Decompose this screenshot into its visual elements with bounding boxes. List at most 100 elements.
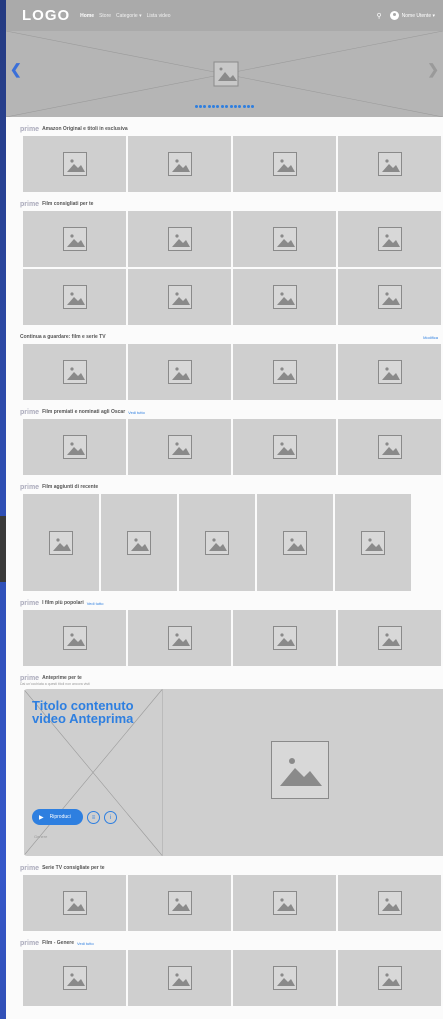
prime-logo: prime — [20, 200, 40, 208]
video-tile[interactable] — [128, 344, 231, 400]
nav-store[interactable]: Store — [99, 13, 111, 19]
video-tile[interactable] — [23, 269, 126, 325]
image-icon — [167, 891, 192, 915]
video-tile[interactable] — [23, 419, 126, 475]
video-tile[interactable] — [128, 269, 231, 325]
image-icon — [272, 966, 297, 990]
section-title: Film aggiunti di recente — [42, 484, 99, 490]
logo[interactable]: LOGO — [22, 7, 70, 24]
image-icon — [62, 891, 87, 915]
user-menu[interactable]: Nome Utente ▾ — [389, 11, 435, 20]
edit-link[interactable]: Modifica — [423, 335, 438, 340]
video-tile[interactable] — [233, 344, 336, 400]
carousel-next-icon[interactable]: ❯ — [427, 61, 439, 78]
video-tile[interactable] — [101, 494, 177, 591]
carousel-prev-icon[interactable]: ❮ — [10, 61, 22, 78]
section-title: I film più popolari — [42, 600, 84, 606]
prime-logo: prime — [20, 939, 40, 947]
preview-card[interactable]: Titolo contenuto video Anteprima ▶ Ripro… — [24, 689, 443, 856]
image-icon — [62, 227, 87, 251]
video-tile[interactable] — [233, 269, 336, 325]
video-tile[interactable] — [179, 494, 255, 591]
image-icon — [272, 152, 297, 176]
prime-logo: prime — [20, 674, 40, 682]
hero-carousel[interactable]: ❮ ❯ — [6, 31, 443, 117]
video-tile[interactable] — [128, 610, 231, 666]
nav-categories[interactable]: Categorie ▾ — [116, 13, 142, 19]
image-icon — [167, 360, 192, 384]
video-tile[interactable] — [338, 136, 441, 192]
video-tile[interactable] — [23, 211, 126, 267]
play-button[interactable]: ▶ Riproduci — [32, 809, 83, 825]
image-icon — [205, 530, 229, 555]
image-icon — [127, 530, 151, 555]
see-all-link[interactable]: Vedi tutto — [128, 410, 145, 415]
video-tile[interactable] — [23, 344, 126, 400]
section-title: Amazon Original e titoli in esclusiva — [42, 126, 128, 132]
top-navigation-bar: LOGO Home Store Categorie ▾ Lista video … — [6, 0, 443, 31]
video-tile[interactable] — [128, 875, 231, 931]
prime-logo: prime — [20, 599, 40, 607]
image-icon — [377, 285, 402, 309]
video-tile[interactable] — [338, 269, 441, 325]
video-tile[interactable] — [23, 136, 126, 192]
video-tile[interactable] — [338, 419, 441, 475]
image-icon — [167, 285, 192, 309]
video-tile[interactable] — [128, 419, 231, 475]
section-header: prime Serie TV consigliate per te — [6, 862, 443, 874]
video-tile[interactable] — [233, 211, 336, 267]
image-icon — [377, 360, 402, 384]
video-tile[interactable] — [233, 610, 336, 666]
video-tile[interactable] — [128, 136, 231, 192]
see-all-link[interactable]: Vedi tutto — [87, 601, 104, 606]
video-tile[interactable] — [233, 136, 336, 192]
video-tile[interactable] — [233, 419, 336, 475]
image-icon — [167, 435, 192, 459]
video-tile[interactable] — [338, 875, 441, 931]
image-icon — [167, 152, 192, 176]
image-icon — [271, 741, 329, 799]
content-row — [6, 494, 443, 591]
video-tile[interactable] — [23, 494, 99, 591]
section-header: prime Film aggiunti di recente — [6, 481, 443, 493]
content-row — [6, 136, 443, 192]
see-all-link[interactable]: Vedi tutto — [77, 941, 94, 946]
carousel-dots[interactable] — [6, 95, 443, 113]
video-tile[interactable] — [23, 875, 126, 931]
image-icon — [377, 152, 402, 176]
video-tile[interactable] — [128, 950, 231, 1006]
user-name: Nome Utente ▾ — [401, 12, 435, 19]
image-icon — [272, 285, 297, 309]
section-title: Film - Genere — [42, 940, 75, 946]
video-tile[interactable] — [338, 344, 441, 400]
section-title: Film premiati e nominati agli Oscar — [42, 409, 126, 415]
image-icon — [361, 530, 385, 555]
video-tile[interactable] — [257, 494, 333, 591]
video-tile[interactable] — [338, 211, 441, 267]
content-row — [6, 419, 443, 475]
content-row — [6, 875, 443, 931]
content-row — [6, 211, 443, 267]
nav-watchlist[interactable]: Lista video — [147, 13, 171, 19]
video-tile[interactable] — [128, 211, 231, 267]
section-title: Film consigliati per te — [42, 201, 94, 207]
video-tile[interactable] — [338, 950, 441, 1006]
image-icon — [62, 285, 87, 309]
add-to-list-icon[interactable]: ≡ — [87, 811, 100, 824]
section-title: Continua a guardare: film e serie TV — [20, 334, 106, 340]
video-tile[interactable] — [23, 950, 126, 1006]
section-header: prime Film consigliati per te — [6, 198, 443, 210]
video-tile[interactable] — [23, 610, 126, 666]
page-frame: LOGO Home Store Categorie ▾ Lista video … — [6, 0, 443, 1019]
video-tile[interactable] — [233, 875, 336, 931]
section-title: Anteprime per te — [42, 675, 82, 681]
search-icon[interactable]: ⚲ — [377, 12, 382, 20]
video-tile[interactable] — [338, 610, 441, 666]
info-icon[interactable]: i — [104, 811, 117, 824]
video-tile[interactable] — [233, 950, 336, 1006]
video-tile[interactable] — [335, 494, 411, 591]
image-icon — [62, 966, 87, 990]
image-icon — [62, 360, 87, 384]
image-icon — [167, 626, 192, 650]
nav-home[interactable]: Home — [80, 13, 94, 19]
